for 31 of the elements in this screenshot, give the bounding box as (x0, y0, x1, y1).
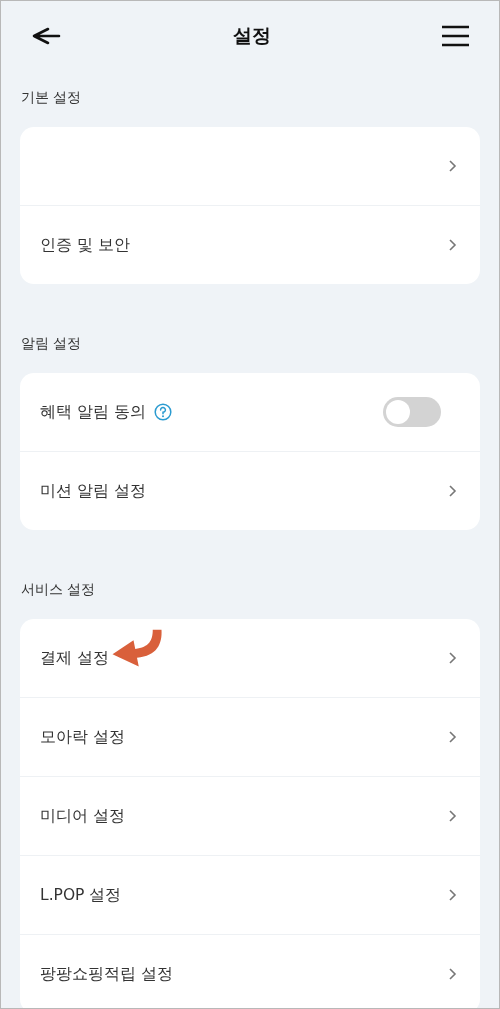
chevron-right-icon (449, 239, 457, 251)
row-label: L.POP 설정 (40, 884, 122, 906)
row-label: 미션 알림 설정 (40, 480, 146, 502)
settings-row[interactable]: 인증 및 보안 (20, 206, 480, 284)
chevron-right-icon (449, 731, 457, 743)
help-icon[interactable] (153, 403, 172, 421)
menu-icon[interactable] (442, 25, 469, 47)
settings-row[interactable]: 결제 설정 (20, 619, 480, 698)
settings-row[interactable]: 모아락 설정 (20, 698, 480, 777)
chevron-right-icon (449, 810, 457, 822)
chevron-right-icon (449, 652, 457, 664)
chevron-right-icon (449, 485, 457, 497)
section-title: 알림 설정 (20, 334, 83, 352)
row-label: 모아락 설정 (40, 726, 125, 748)
row-label: 결제 설정 (40, 647, 109, 669)
settings-row[interactable]: 미션 알림 설정 (20, 452, 480, 530)
screen-title: 설정 (232, 23, 271, 48)
row-label: 인증 및 보안 (40, 234, 130, 256)
settings-row[interactable]: 미디어 설정 (20, 777, 480, 856)
row-label: 혜택 알림 동의 (40, 401, 146, 423)
back-arrow-icon[interactable] (32, 27, 61, 45)
settings-row[interactable]: 팡팡쇼핑적립 설정 (20, 935, 480, 1008)
chevron-right-icon (449, 160, 457, 172)
section-title: 서비스 설정 (20, 580, 97, 598)
row-label: 미디어 설정 (40, 805, 125, 827)
row-label: 팡팡쇼핑적립 설정 (40, 963, 173, 985)
chevron-right-icon (449, 968, 457, 980)
section-title: 기본 설정 (20, 88, 83, 106)
settings-row[interactable]: L.POP 설정 (20, 856, 480, 935)
toggle-switch[interactable] (383, 397, 441, 427)
chevron-right-icon (449, 889, 457, 901)
